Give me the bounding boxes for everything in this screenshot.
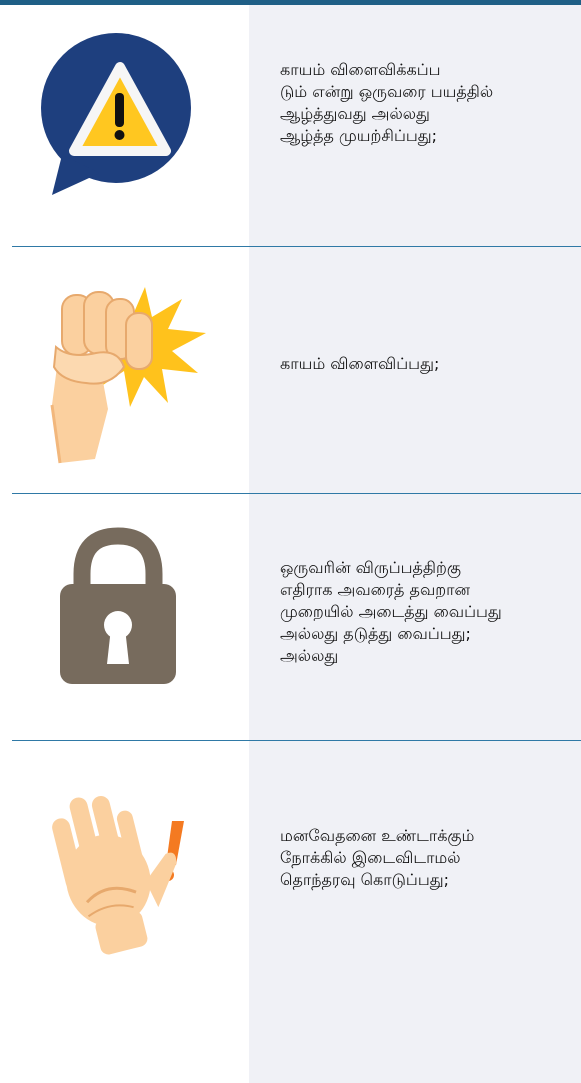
text-line: அல்லது தடுத்து வைப்பது; [280, 624, 471, 643]
text-line: ஒருவரின் விருப்பத்திற்கு [280, 558, 462, 577]
icon-cell [0, 5, 249, 251]
fist-punch-icon [50, 287, 206, 464]
text-line: ஆழ்த்த முயற்சிப்பது; [280, 126, 438, 145]
text-line: தொந்தரவு கொடுப்பது; [280, 870, 449, 889]
padlock-icon [60, 527, 176, 684]
list-item: ஒருவரின் விருப்பத்திற்கு எதிராக அவரைத் த… [0, 494, 581, 740]
text-line: நோக்கில் இடைவிடாமல் [280, 848, 461, 867]
text-line: காயம் விளைவிக்கப்ப [280, 60, 441, 79]
icon-cell [0, 494, 249, 740]
list-item: காயம் விளைவிக்கப்ப டும் என்று ஒருவரை பயத… [0, 5, 581, 251]
text-line: டும் என்று ஒருவரை பயத்தில் [280, 82, 494, 101]
text-line: அல்லது [280, 646, 339, 665]
warning-speech-bubble-icon [41, 33, 191, 195]
icon-cell [0, 247, 249, 493]
list-item: காயம் விளைவிப்பது; [0, 247, 581, 493]
row-text: ஒருவரின் விருப்பத்திற்கு எதிராக அவரைத் த… [280, 557, 570, 667]
text-line: காயம் விளைவிப்பது; [280, 354, 440, 373]
icon-cell [0, 741, 249, 987]
list-item: மனவேதனை உண்டாக்கும் நோக்கில் இடைவிடாமல் … [0, 741, 581, 987]
text-line: மனவேதனை உண்டாக்கும் [280, 826, 475, 845]
row-text: காயம் விளைவிக்கப்ப டும் என்று ஒருவரை பயத… [280, 59, 570, 147]
row-text: காயம் விளைவிப்பது; [280, 353, 570, 375]
text-line: முறையில் அடைத்து வைப்பது [280, 602, 502, 621]
text-line: ஆழ்த்துவது அல்லது [280, 104, 430, 123]
text-line: எதிராக அவரைத் தவறான [280, 580, 471, 599]
raised-hand-exclamation-icon [52, 796, 184, 955]
row-text: மனவேதனை உண்டாக்கும் நோக்கில் இடைவிடாமல் … [280, 825, 570, 891]
